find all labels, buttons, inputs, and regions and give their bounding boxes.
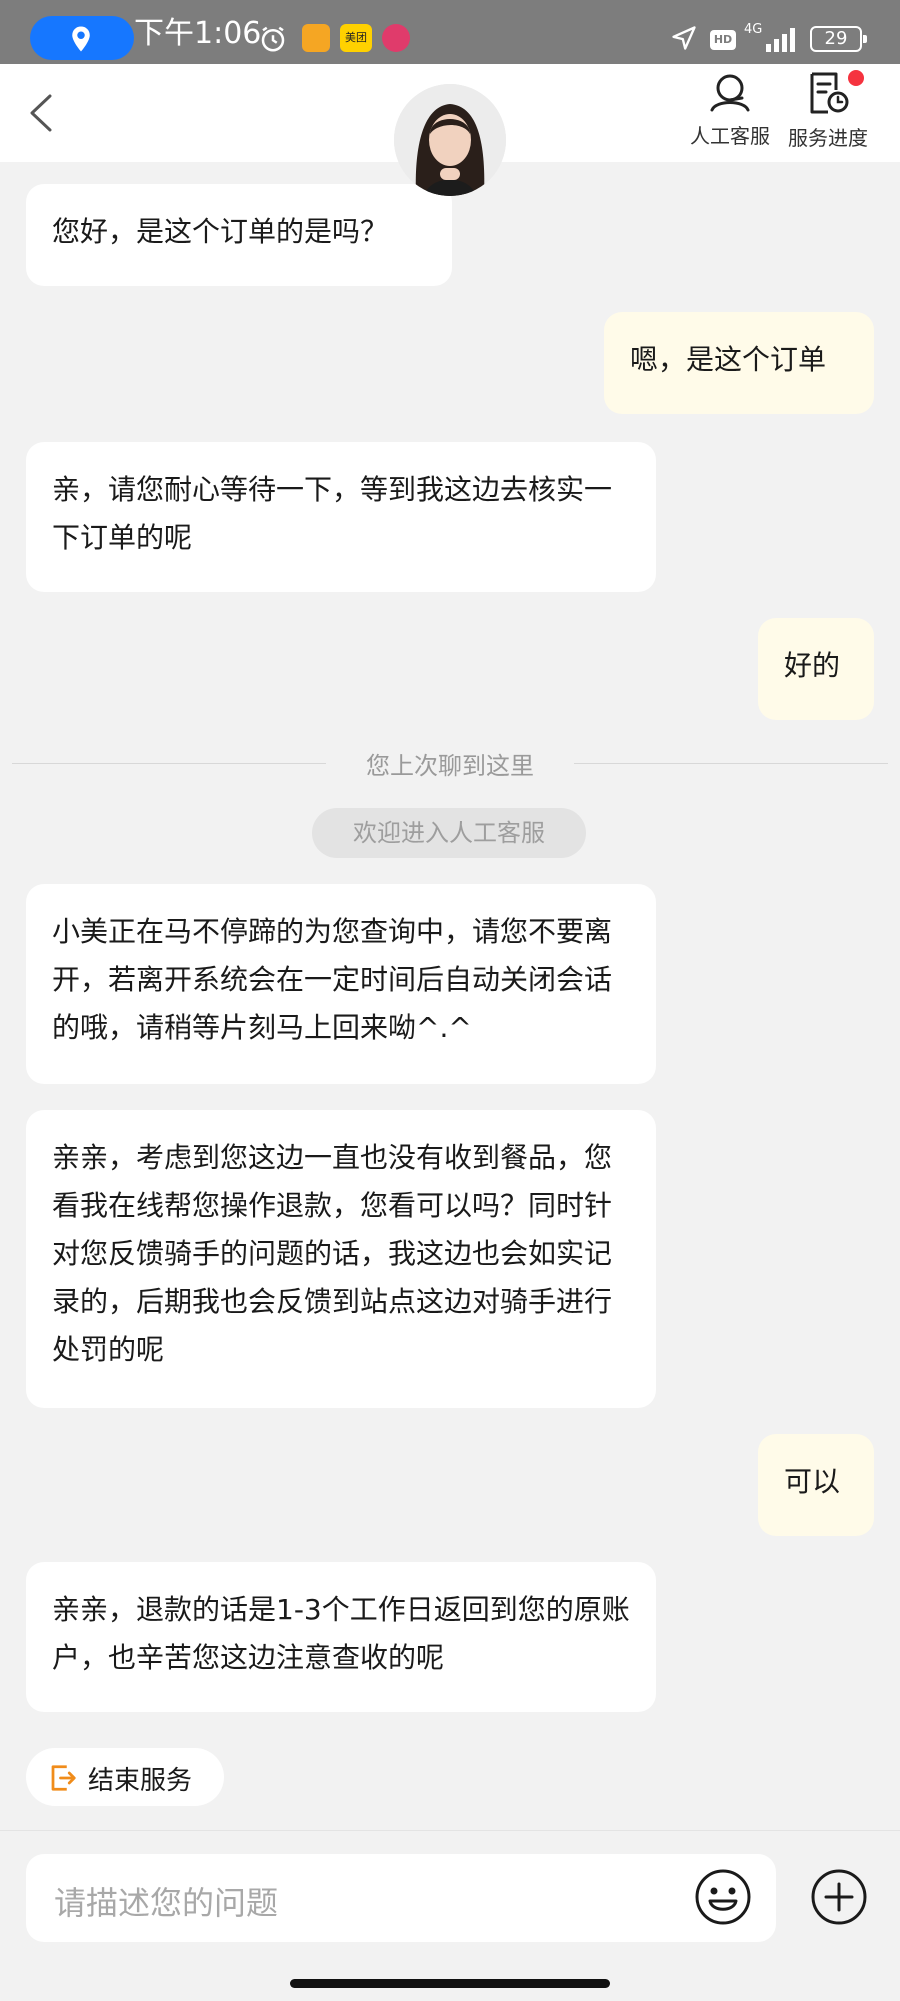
app-notification-icon — [382, 24, 410, 52]
agent-message: 您好，是这个订单的是吗？ — [26, 184, 452, 286]
system-notice: 欢迎进入人工客服 — [312, 808, 586, 858]
message-text: 您好，是这个订单的是吗？ — [52, 215, 389, 248]
signal-icon — [766, 28, 795, 52]
message-text: 亲，请您耐心等待一下，等到我这边去核实一下订单的呢 — [52, 473, 613, 554]
customer-service-label: 人工客服 — [690, 124, 770, 148]
user-message: 可以 — [758, 1434, 874, 1536]
message-text: 好的 — [784, 649, 841, 682]
divider-line-right — [574, 763, 888, 764]
agent-avatar[interactable] — [394, 84, 506, 196]
user-message: 好的 — [758, 618, 874, 720]
location-pill[interactable] — [30, 16, 134, 60]
message-text: 亲亲，退款的话是1-3个工作日返回到您的原账户，也辛苦您这边注意查收的呢 — [52, 1593, 630, 1674]
message-input[interactable]: 请描述您的问题 — [26, 1854, 776, 1942]
location-pin-icon — [72, 26, 90, 52]
message-input-placeholder: 请描述您的问题 — [54, 1884, 279, 1922]
service-progress-label: 服务进度 — [788, 126, 868, 150]
notes-app-icon — [302, 24, 330, 52]
customer-service-button[interactable]: 人工客服 — [680, 72, 780, 149]
message-text: 可以 — [784, 1465, 841, 1498]
message-text: 亲亲，考虑到您这边一直也没有收到餐品，您看我在线帮您操作退款，您看可以吗？同时针… — [52, 1141, 613, 1366]
status-bar: 下午1:06 美团 HD 4G 29 — [0, 0, 900, 64]
end-service-label: 结束服务 — [88, 1766, 193, 1796]
hd-voice-icon: HD — [710, 30, 736, 50]
message-text: 小美正在马不停蹄的为您查询中，请您不要离开，若离开系统会在一定时间后自动关闭会话… — [52, 915, 613, 1044]
service-progress-button[interactable]: 服务进度 — [778, 72, 878, 151]
home-indicator[interactable] — [290, 1979, 610, 1988]
exit-icon — [51, 1765, 76, 1791]
status-time: 下午1:06 — [134, 16, 262, 51]
agent-message: 亲亲，退款的话是1-3个工作日返回到您的原账户，也辛苦您这边注意查收的呢 — [26, 1562, 656, 1712]
agent-message: 亲，请您耐心等待一下，等到我这边去核实一下订单的呢 — [26, 442, 656, 592]
battery-indicator: 29 — [810, 26, 867, 52]
user-message: 嗯，是这个订单 — [604, 312, 874, 414]
notification-dot — [848, 70, 864, 86]
plus-icon[interactable] — [810, 1868, 868, 1926]
progress-document-icon — [810, 72, 849, 114]
network-type: 4G — [744, 22, 763, 37]
headset-agent-icon — [710, 74, 750, 112]
agent-portrait-image — [394, 84, 506, 196]
back-arrow-icon[interactable] — [22, 88, 62, 138]
alarm-icon — [261, 26, 285, 52]
agent-message: 亲亲，考虑到您这边一直也没有收到餐品，您看我在线帮您操作退款，您看可以吗？同时针… — [26, 1110, 656, 1408]
end-service-button[interactable]: 结束服务 — [26, 1748, 224, 1806]
meituan-app-icon: 美团 — [340, 24, 372, 52]
agent-message: 小美正在马不停蹄的为您查询中，请您不要离开，若离开系统会在一定时间后自动关闭会话… — [26, 884, 656, 1084]
navigation-arrow-icon — [672, 26, 696, 50]
message-text: 嗯，是这个订单 — [630, 343, 827, 376]
emoji-icon[interactable] — [694, 1868, 752, 1926]
